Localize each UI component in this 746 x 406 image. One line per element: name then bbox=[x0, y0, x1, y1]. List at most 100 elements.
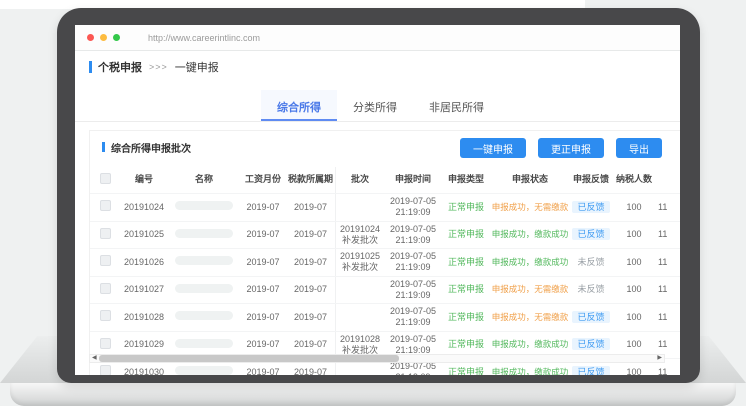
scrollbar-track[interactable] bbox=[99, 355, 656, 362]
scrollbar-thumb[interactable] bbox=[99, 355, 400, 362]
header-id: 编号 bbox=[120, 172, 168, 187]
window-maximize-icon[interactable] bbox=[113, 34, 120, 41]
status-text: 申报成功，无需缴款 bbox=[492, 284, 569, 294]
header-declare-time: 申报时间 bbox=[384, 172, 442, 187]
header-taxpayer-count: 纳税人数 bbox=[612, 172, 656, 187]
panel-actions: 一键申报 更正申报 导出 bbox=[460, 138, 662, 158]
browser-toolbar: http://www.careerintlinc.com bbox=[75, 25, 680, 51]
name-placeholder bbox=[175, 339, 233, 348]
batch-ref bbox=[336, 370, 384, 374]
row-checkbox[interactable] bbox=[100, 200, 111, 211]
declare-type: 正常申报 bbox=[448, 202, 484, 212]
declare-time: 2019-07-05 21:19:09 bbox=[384, 194, 442, 221]
url-text[interactable]: http://www.careerintlinc.com bbox=[148, 33, 260, 43]
feedback-badge: 已反馈 bbox=[572, 311, 609, 323]
salary-month: 2019-07 bbox=[240, 282, 286, 297]
row-checkbox[interactable] bbox=[100, 283, 111, 294]
batch-id: 20191028 bbox=[120, 310, 168, 325]
declare-type: 正常申报 bbox=[448, 367, 484, 375]
laptop-base bbox=[10, 383, 736, 406]
mockup-stage: http://www.careerintlinc.com 个税申报 >>> 一键… bbox=[0, 0, 746, 406]
clipped-value: 11 bbox=[656, 310, 680, 325]
name-placeholder bbox=[175, 311, 233, 320]
panel-title: 综合所得申报批次 bbox=[102, 140, 191, 155]
export-button[interactable]: 导出 bbox=[616, 138, 662, 158]
taxpayer-count: 100 bbox=[612, 282, 656, 297]
declare-type: 正常申报 bbox=[448, 339, 484, 349]
select-all-checkbox[interactable] bbox=[100, 173, 111, 184]
row-checkbox[interactable] bbox=[100, 228, 111, 239]
row-checkbox[interactable] bbox=[100, 255, 111, 266]
name-placeholder bbox=[175, 284, 233, 293]
breadcrumb-section: 个税申报 bbox=[98, 59, 142, 75]
declare-time: 2019-07-05 21:19:09 bbox=[384, 277, 442, 304]
header-declare-feedback: 申报反馈 bbox=[570, 172, 612, 187]
table-row: 20191027 2019-07 2019-07 2019-07-05 21:1… bbox=[90, 276, 680, 304]
clipped-value: 11 bbox=[656, 255, 680, 270]
batch-id: 20191025 bbox=[120, 227, 168, 242]
tab-nonresident-income[interactable]: 非居民所得 bbox=[413, 90, 500, 121]
panel-title-text: 综合所得申报批次 bbox=[111, 140, 191, 155]
scroll-left-icon[interactable]: ◀ bbox=[90, 354, 99, 363]
status-text: 申报成功，无需缴款 bbox=[492, 202, 569, 212]
tax-period: 2019-07 bbox=[286, 249, 336, 276]
taxpayer-count: 100 bbox=[612, 227, 656, 242]
row-checkbox[interactable] bbox=[100, 365, 111, 375]
salary-month: 2019-07 bbox=[240, 365, 286, 375]
salary-month: 2019-07 bbox=[240, 337, 286, 352]
window-close-icon[interactable] bbox=[87, 34, 94, 41]
header-declare-type: 申报类型 bbox=[442, 172, 490, 187]
breadcrumb-accent-bar bbox=[89, 61, 92, 73]
window-minimize-icon[interactable] bbox=[100, 34, 107, 41]
header-clipped-column bbox=[656, 178, 680, 182]
tax-period: 2019-07 bbox=[286, 194, 336, 221]
scroll-right-icon[interactable]: ▶ bbox=[655, 354, 664, 363]
feedback-badge: 未反馈 bbox=[577, 284, 604, 294]
tab-classified-income[interactable]: 分类所得 bbox=[337, 90, 413, 121]
batch-id: 20191029 bbox=[120, 337, 168, 352]
clipped-value: 11 bbox=[656, 337, 680, 352]
batch-panel: 综合所得申报批次 一键申报 更正申报 导出 编号 名称 工资月 bbox=[89, 130, 680, 375]
salary-month: 2019-07 bbox=[240, 310, 286, 325]
batch-ref: 20191025 补发批次 bbox=[336, 249, 384, 276]
table-body: 20191024 2019-07 2019-07 2019-07-05 21:1… bbox=[90, 193, 680, 375]
salary-month: 2019-07 bbox=[240, 255, 286, 270]
header-tax-period: 税款所属期 bbox=[286, 167, 336, 193]
correct-declare-button[interactable]: 更正申报 bbox=[538, 138, 604, 158]
feedback-badge: 已反馈 bbox=[572, 338, 609, 350]
batch-id: 20191030 bbox=[120, 365, 168, 375]
feedback-badge: 已反馈 bbox=[572, 228, 609, 240]
header-name: 名称 bbox=[168, 172, 240, 187]
tax-period: 2019-07 bbox=[286, 222, 336, 249]
batch-id: 20191027 bbox=[120, 282, 168, 297]
panel-accent-bar bbox=[102, 142, 105, 152]
status-text: 申报成功，缴款成功 bbox=[492, 367, 569, 375]
declare-time: 2019-07-05 21:19:09 bbox=[384, 249, 442, 276]
salary-month: 2019-07 bbox=[240, 227, 286, 242]
tab-comprehensive-income[interactable]: 综合所得 bbox=[261, 90, 337, 121]
batch-ref bbox=[336, 205, 384, 209]
clipped-value: 11 bbox=[656, 365, 680, 375]
row-checkbox[interactable] bbox=[100, 338, 111, 349]
taxpayer-count: 100 bbox=[612, 365, 656, 375]
batch-ref bbox=[336, 288, 384, 292]
header-batch: 批次 bbox=[336, 172, 384, 187]
batch-ref bbox=[336, 315, 384, 319]
declare-type: 正常申报 bbox=[448, 229, 484, 239]
panel-header: 综合所得申报批次 一键申报 更正申报 导出 bbox=[90, 131, 680, 163]
status-text: 申报成功，无需缴款 bbox=[492, 312, 569, 322]
salary-month: 2019-07 bbox=[240, 200, 286, 215]
taxpayer-count: 100 bbox=[612, 255, 656, 270]
feedback-badge: 未反馈 bbox=[577, 257, 604, 267]
clipped-value: 11 bbox=[656, 200, 680, 215]
horizontal-scrollbar[interactable]: ◀ ▶ bbox=[89, 354, 665, 363]
one-click-declare-button[interactable]: 一键申报 bbox=[460, 138, 526, 158]
batch-id: 20191026 bbox=[120, 255, 168, 270]
tax-period: 2019-07 bbox=[286, 304, 336, 331]
declare-type: 正常申报 bbox=[448, 284, 484, 294]
batch-ref: 20191024 补发批次 bbox=[336, 222, 384, 249]
row-checkbox[interactable] bbox=[100, 310, 111, 321]
status-text: 申报成功，缴款成功 bbox=[492, 257, 569, 267]
breadcrumb: 个税申报 >>> 一键申报 bbox=[89, 59, 680, 75]
name-placeholder bbox=[175, 256, 233, 265]
